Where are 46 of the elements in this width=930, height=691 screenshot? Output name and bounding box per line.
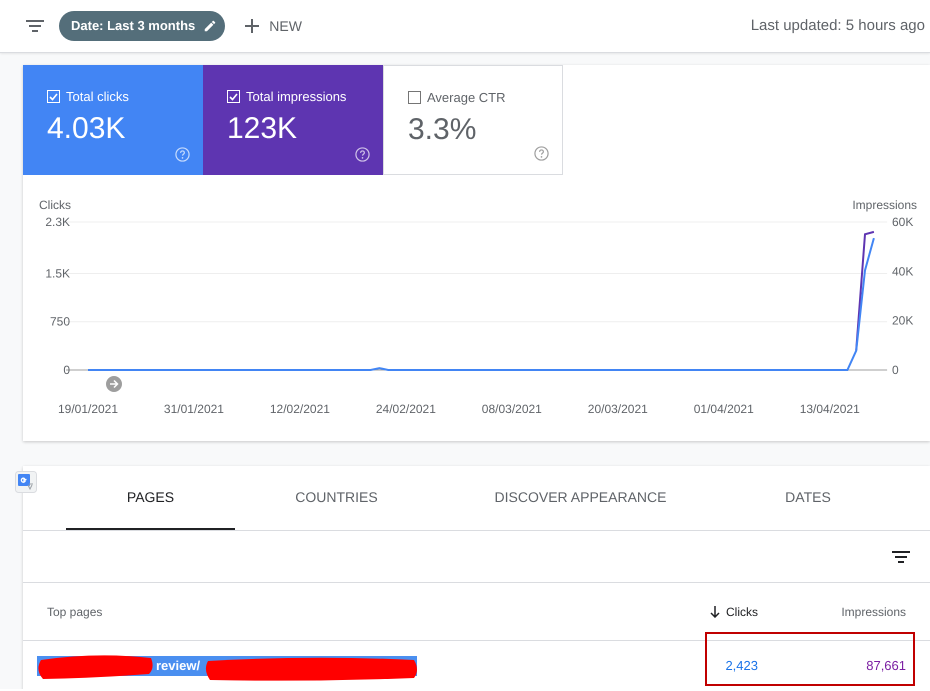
axis-tick-label: 19/01/2021 — [58, 402, 118, 416]
axis-tick-label: 20K — [892, 314, 914, 328]
metric-tile[interactable]: Average CTR 3.3% — [383, 65, 563, 175]
last-updated-text: Last updated: 5 hours ago — [750, 16, 925, 36]
filter-icon[interactable] — [892, 550, 910, 562]
column-header[interactable]: Clicks — [726, 602, 758, 620]
axis-tick-label: 24/02/2021 — [376, 402, 436, 416]
axis-tick-label: 1.5K — [45, 266, 70, 280]
column-header[interactable]: Top pages — [47, 602, 102, 620]
axis-tick-label: 40K — [892, 264, 914, 278]
axis-tick-label: 0 — [63, 363, 70, 377]
axis-tick-label: 13/04/2021 — [800, 402, 860, 416]
impressions-cell-text: 87,661 — [865, 657, 906, 676]
axis-tick-label: 60K — [892, 215, 914, 229]
axis-tick-label: 01/04/2021 — [694, 402, 754, 416]
axis-tick-label: 12/02/2021 — [270, 402, 330, 416]
new-button[interactable]: NEW — [245, 16, 302, 36]
help-icon[interactable] — [534, 146, 549, 161]
axis-tick-label: 0 — [892, 363, 899, 377]
checkbox[interactable] — [408, 91, 421, 104]
axis-tick-label: 08/03/2021 — [482, 402, 542, 416]
metric-label: Total impressions — [246, 88, 346, 106]
tab[interactable]: COUNTRIES — [235, 466, 438, 530]
clicks-cell-text: 2,423 — [724, 657, 758, 676]
date-filter-chip[interactable]: Date: Last 3 months — [59, 11, 226, 41]
metric-label: Average CTR — [427, 89, 506, 107]
tab[interactable]: DISCOVER APPEARANCE — [438, 466, 723, 530]
sort-arrow-icon[interactable] — [710, 606, 720, 618]
axis-title: Impressions — [852, 198, 917, 212]
tab[interactable]: DATES — [723, 466, 893, 530]
axis-tick-label: 2.3K — [45, 215, 70, 229]
axis-title: Clicks — [39, 198, 71, 212]
page-url[interactable]: review/ — [156, 658, 200, 674]
metric-value: 123K — [227, 110, 298, 146]
axis-tick-label: 31/01/2021 — [164, 402, 224, 416]
metric-value: 4.03K — [47, 110, 126, 146]
plus-icon — [245, 19, 260, 33]
axis-tick-label: 20/03/2021 — [588, 402, 648, 416]
metric-value: 3.3% — [408, 112, 478, 148]
tab[interactable]: PAGES — [66, 466, 235, 530]
column-header[interactable]: Impressions — [841, 602, 906, 620]
metric-label: Total clicks — [66, 88, 129, 106]
axis-tick-label: 750 — [50, 314, 70, 329]
filter-icon[interactable] — [26, 20, 44, 32]
pencil-icon — [203, 19, 218, 33]
translate-icon[interactable] — [15, 471, 37, 493]
